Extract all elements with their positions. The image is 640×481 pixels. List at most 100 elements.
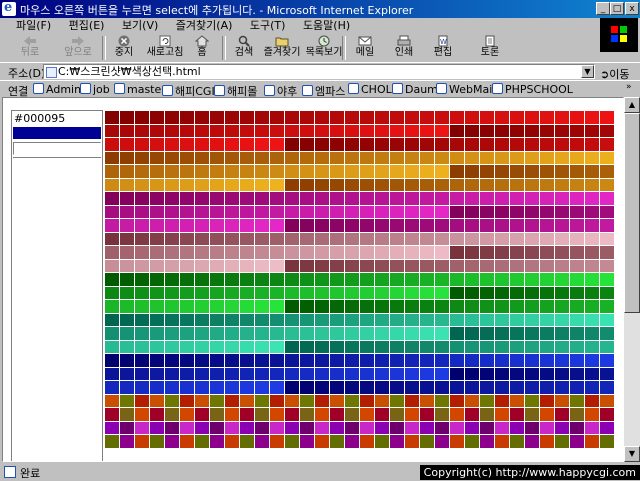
color-cell[interactable] (150, 259, 164, 272)
color-text-input[interactable] (13, 142, 101, 155)
color-cell[interactable] (315, 219, 329, 232)
color-cell[interactable] (375, 340, 389, 353)
color-cell[interactable] (300, 138, 314, 151)
color-cell[interactable] (300, 178, 314, 191)
color-cell[interactable] (345, 367, 359, 380)
color-cell[interactable] (150, 394, 164, 407)
color-cell[interactable] (510, 286, 524, 299)
color-cell[interactable] (390, 246, 404, 259)
color-cell[interactable] (540, 354, 554, 367)
color-cell[interactable] (270, 205, 284, 218)
color-cell[interactable] (255, 313, 269, 326)
color-cell[interactable] (120, 205, 134, 218)
color-cell[interactable] (480, 313, 494, 326)
color-cell[interactable] (315, 394, 329, 407)
color-cell[interactable] (570, 408, 584, 421)
color-cell[interactable] (585, 381, 599, 394)
color-cell[interactable] (435, 327, 449, 340)
color-cell[interactable] (135, 367, 149, 380)
color-cell[interactable] (300, 219, 314, 232)
color-cell[interactable] (135, 408, 149, 421)
color-cell[interactable] (255, 300, 269, 313)
color-cell[interactable] (510, 394, 524, 407)
color-cell[interactable] (420, 327, 434, 340)
color-cell[interactable] (525, 421, 539, 434)
color-cell[interactable] (360, 178, 374, 191)
color-cell[interactable] (210, 286, 224, 299)
color-cell[interactable] (195, 381, 209, 394)
color-cell[interactable] (405, 178, 419, 191)
color-cell[interactable] (255, 381, 269, 394)
color-cell[interactable] (255, 232, 269, 245)
color-cell[interactable] (405, 340, 419, 353)
color-cell[interactable] (255, 421, 269, 434)
color-cell[interactable] (315, 124, 329, 137)
color-cell[interactable] (555, 178, 569, 191)
color-cell[interactable] (195, 435, 209, 448)
color-cell[interactable] (345, 273, 359, 286)
color-cell[interactable] (225, 111, 239, 124)
color-cell[interactable] (555, 313, 569, 326)
color-cell[interactable] (555, 232, 569, 245)
color-cell[interactable] (180, 421, 194, 434)
color-cell[interactable] (465, 340, 479, 353)
color-cell[interactable] (300, 192, 314, 205)
color-cell[interactable] (165, 111, 179, 124)
color-cell[interactable] (135, 435, 149, 448)
color-cell[interactable] (210, 394, 224, 407)
color-cell[interactable] (255, 408, 269, 421)
color-cell[interactable] (585, 421, 599, 434)
color-cell[interactable] (135, 286, 149, 299)
color-cell[interactable] (255, 273, 269, 286)
color-cell[interactable] (270, 300, 284, 313)
color-cell[interactable] (390, 408, 404, 421)
color-cell[interactable] (345, 300, 359, 313)
color-cell[interactable] (600, 192, 614, 205)
color-cell[interactable] (330, 435, 344, 448)
color-cell[interactable] (375, 124, 389, 137)
color-cell[interactable] (450, 408, 464, 421)
color-cell[interactable] (105, 178, 119, 191)
color-cell[interactable] (180, 394, 194, 407)
color-cell[interactable] (300, 111, 314, 124)
color-cell[interactable] (465, 421, 479, 434)
color-cell[interactable] (135, 246, 149, 259)
color-cell[interactable] (345, 394, 359, 407)
color-cell[interactable] (120, 273, 134, 286)
color-cell[interactable] (240, 246, 254, 259)
color-cell[interactable] (465, 259, 479, 272)
color-cell[interactable] (495, 313, 509, 326)
mail-button[interactable]: 메일 (350, 35, 380, 61)
color-cell[interactable] (480, 232, 494, 245)
color-cell[interactable] (195, 327, 209, 340)
color-cell[interactable] (330, 205, 344, 218)
color-cell[interactable] (120, 313, 134, 326)
color-cell[interactable] (510, 111, 524, 124)
color-cell[interactable] (435, 394, 449, 407)
color-cell[interactable] (270, 273, 284, 286)
color-cell[interactable] (540, 124, 554, 137)
color-cell[interactable] (375, 205, 389, 218)
color-cell[interactable] (345, 165, 359, 178)
menu-help[interactable]: 도움말(H) (303, 18, 350, 34)
color-cell[interactable] (510, 367, 524, 380)
color-cell[interactable] (585, 192, 599, 205)
color-cell[interactable] (120, 286, 134, 299)
color-cell[interactable] (240, 232, 254, 245)
color-cell[interactable] (435, 192, 449, 205)
color-cell[interactable] (480, 354, 494, 367)
color-cell[interactable] (420, 381, 434, 394)
color-cell[interactable] (300, 232, 314, 245)
color-cell[interactable] (540, 151, 554, 164)
color-cell[interactable] (555, 219, 569, 232)
color-cell[interactable] (525, 111, 539, 124)
color-cell[interactable] (225, 259, 239, 272)
color-cell[interactable] (120, 394, 134, 407)
color-cell[interactable] (180, 327, 194, 340)
color-cell[interactable] (240, 111, 254, 124)
color-cell[interactable] (510, 381, 524, 394)
color-cell[interactable] (525, 151, 539, 164)
color-cell[interactable] (525, 124, 539, 137)
color-cell[interactable] (540, 286, 554, 299)
color-cell[interactable] (225, 300, 239, 313)
